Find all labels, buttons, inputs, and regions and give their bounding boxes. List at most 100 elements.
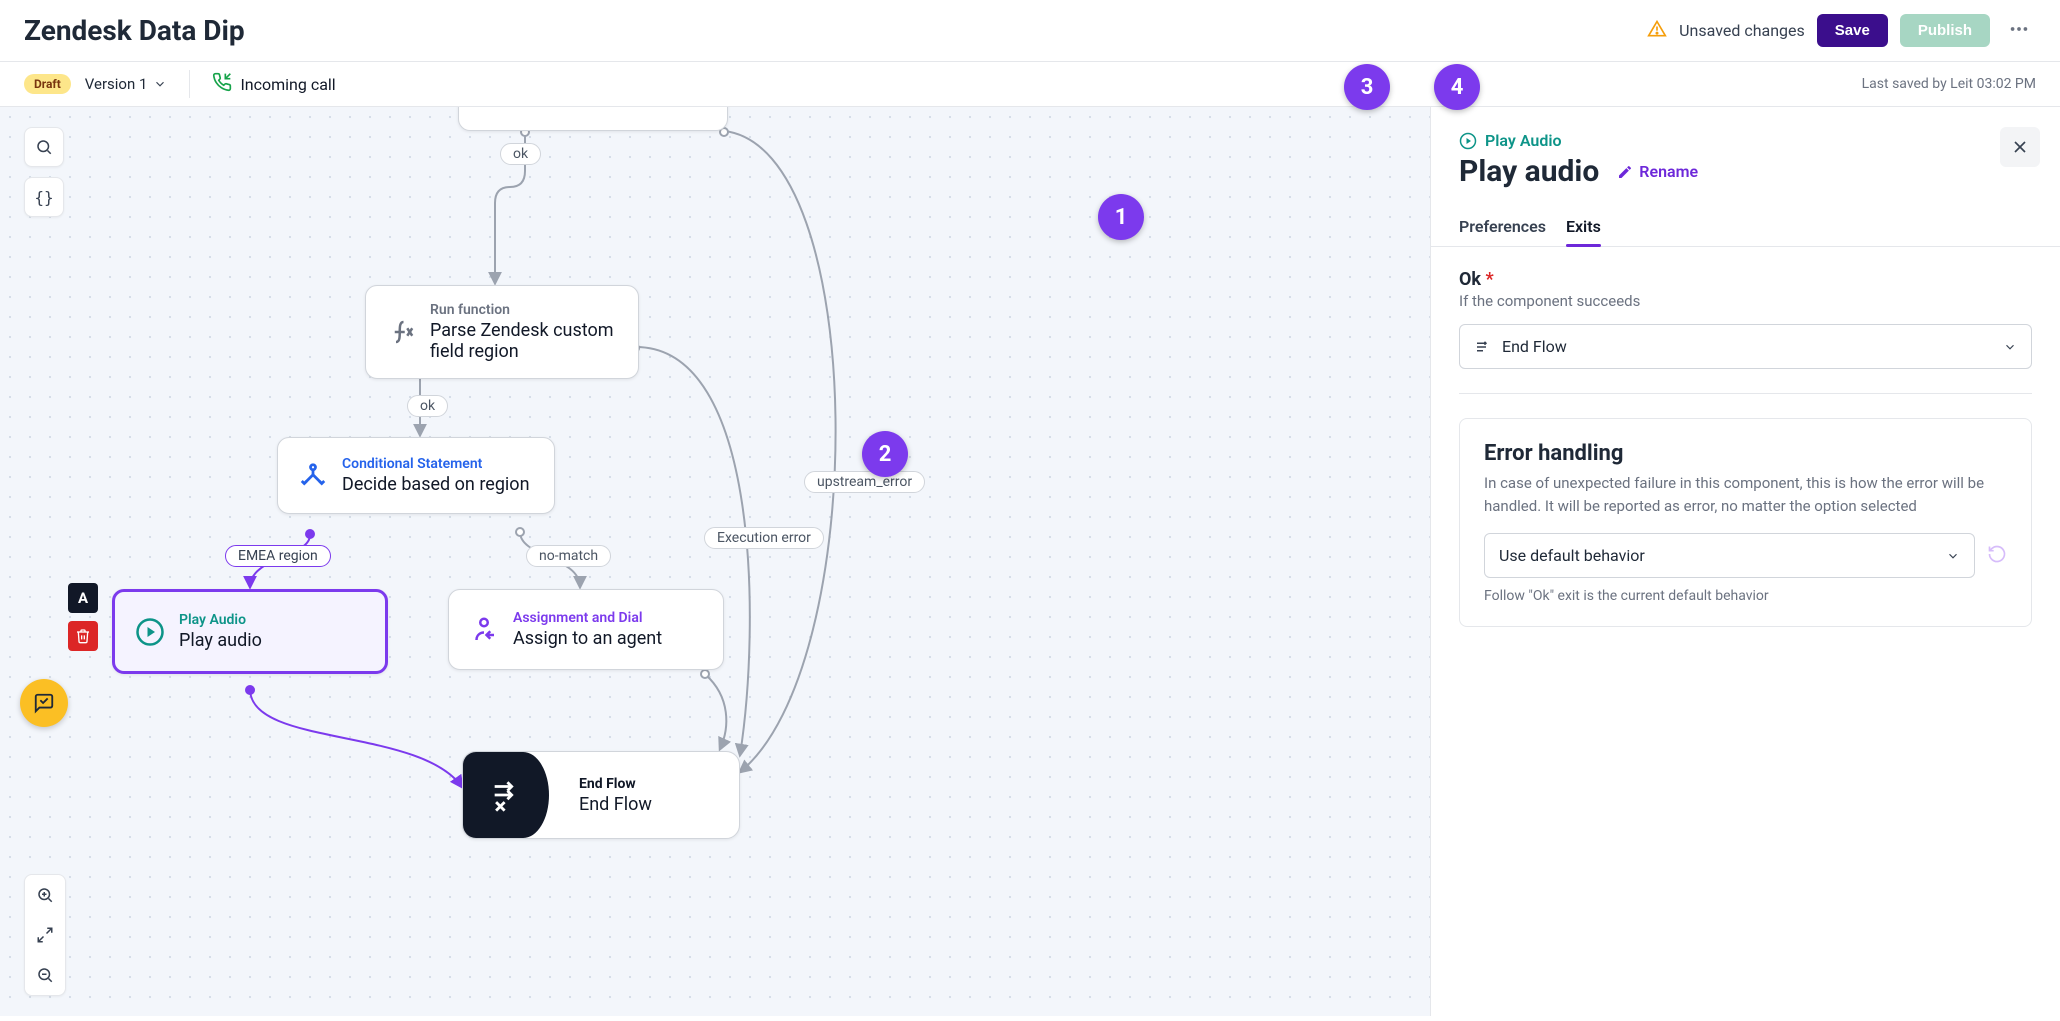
- end-flow-icon: [463, 752, 549, 838]
- canvas-tools-top: {}: [24, 127, 64, 217]
- panel-tabs: Preferences Exits: [1431, 207, 2060, 247]
- ok-field-label: Ok *: [1459, 269, 2032, 290]
- node-type: Assignment and Dial: [513, 610, 662, 626]
- zoom-out-icon: [36, 966, 54, 984]
- connection-dot: [245, 685, 255, 695]
- panel-eyebrow: Play Audio: [1459, 131, 2032, 150]
- flow-node-play-audio[interactable]: Play Audio Play audio: [112, 589, 388, 674]
- close-panel-button[interactable]: [2000, 127, 2040, 167]
- node-type: End Flow: [579, 776, 652, 792]
- delete-node-button[interactable]: [68, 621, 98, 651]
- trash-icon: [75, 628, 91, 644]
- error-behavior-select[interactable]: Use default behavior: [1484, 533, 1975, 578]
- assign-agent-icon: [469, 615, 499, 645]
- flow-node-conditional[interactable]: Conditional Statement Decide based on re…: [277, 437, 555, 514]
- pencil-icon: [1617, 164, 1633, 180]
- draft-badge: Draft: [24, 74, 71, 94]
- chevron-down-icon: [153, 77, 167, 91]
- header-left: Zendesk Data Dip: [24, 14, 245, 47]
- panel-title: Play audio: [1459, 154, 1599, 189]
- main: ok ok EMEA region no-match Execution err…: [0, 107, 2060, 1016]
- end-flow-icon: [1474, 338, 1492, 356]
- warning-icon: [1647, 19, 1667, 43]
- chevron-down-icon: [1946, 549, 1960, 563]
- feedback-fab[interactable]: [20, 679, 68, 727]
- flow-node-assignment[interactable]: Assignment and Dial Assign to an agent: [448, 589, 724, 670]
- phone-incoming-icon: [212, 72, 232, 96]
- unsaved-changes-label: Unsaved changes: [1679, 21, 1805, 40]
- node-type: Play Audio: [179, 612, 262, 628]
- ok-field-help: If the component succeeds: [1459, 292, 2032, 310]
- subheader-left: Draft Version 1 Incoming call: [24, 70, 336, 98]
- error-handling-help: In case of unexpected failure in this co…: [1484, 472, 2007, 517]
- subheader: Draft Version 1 Incoming call Last saved…: [0, 62, 2060, 107]
- header-right: Unsaved changes Save Publish: [1647, 12, 2036, 49]
- zoom-out-button[interactable]: [25, 955, 65, 995]
- node-title: Decide based on region: [342, 474, 530, 495]
- braces-icon: {}: [34, 188, 53, 207]
- panel-body: Ok * If the component succeeds End Flow …: [1431, 247, 2060, 649]
- edge-label-ok: ok: [500, 143, 541, 165]
- divider: [189, 70, 190, 98]
- annotation-bubble-1: 1: [1098, 194, 1144, 240]
- note-icon: [33, 692, 55, 714]
- ok-label-text: Ok: [1459, 269, 1481, 290]
- node-title: End Flow: [579, 794, 652, 815]
- flow-edges: [0, 107, 1430, 1016]
- flow-node-end-flow[interactable]: End Flow End Flow: [462, 751, 740, 839]
- last-saved-label: Last saved by Leit 03:02 PM: [1862, 76, 2036, 92]
- fit-screen-button[interactable]: [25, 915, 65, 955]
- connection-dot: [515, 527, 525, 537]
- node-type: Run function: [430, 302, 618, 318]
- play-audio-icon: [135, 617, 165, 647]
- header: Zendesk Data Dip Unsaved changes Save Pu…: [0, 0, 2060, 62]
- tab-preferences[interactable]: Preferences: [1459, 207, 1546, 246]
- error-handling-box: Error handling In case of unexpected fai…: [1459, 418, 2032, 627]
- edge-label-execution-error: Execution error: [704, 527, 824, 549]
- edge-label-upstream-error: upstream_error: [804, 471, 925, 493]
- more-menu-button[interactable]: [2002, 12, 2036, 49]
- reset-error-button[interactable]: [1987, 544, 2007, 568]
- code-button[interactable]: {}: [24, 177, 64, 217]
- flow-node-run-function[interactable]: Run function Parse Zendesk custom field …: [365, 285, 639, 379]
- close-icon: [2010, 137, 2030, 157]
- text-tool-button[interactable]: A: [68, 583, 98, 613]
- canvas-tools-bottom: [24, 874, 66, 996]
- page-title: Zendesk Data Dip: [24, 14, 245, 47]
- save-button[interactable]: Save: [1817, 14, 1888, 47]
- trigger-incoming-call[interactable]: Incoming call: [212, 72, 335, 96]
- branch-icon: [298, 461, 328, 491]
- tab-exits[interactable]: Exits: [1566, 207, 1601, 246]
- reset-icon: [1987, 544, 2007, 564]
- publish-button[interactable]: Publish: [1900, 14, 1990, 47]
- required-asterisk: *: [1486, 269, 1494, 290]
- flow-node-top[interactable]: [458, 107, 728, 131]
- edge-label-no-match: no-match: [526, 545, 611, 567]
- search-icon: [35, 138, 53, 156]
- edge-label-ok: ok: [407, 395, 448, 417]
- rename-button[interactable]: Rename: [1617, 162, 1698, 181]
- edge-label-emea: EMEA region: [225, 545, 331, 567]
- chevron-down-icon: [2003, 340, 2017, 354]
- zoom-in-button[interactable]: [25, 875, 65, 915]
- side-panel: Play Audio Play audio Rename Preferences…: [1430, 107, 2060, 1016]
- text-icon: A: [78, 589, 88, 607]
- side-panel-header: Play Audio Play audio Rename: [1431, 107, 2060, 189]
- flow-canvas[interactable]: ok ok EMEA region no-match Execution err…: [0, 107, 1430, 1016]
- divider: [1459, 393, 2032, 394]
- node-title: Parse Zendesk custom field region: [430, 320, 618, 362]
- rename-label: Rename: [1639, 162, 1698, 181]
- connection-dot: [305, 529, 315, 539]
- version-selector[interactable]: Version 1: [85, 75, 168, 93]
- annotation-bubble-4: 4: [1434, 64, 1480, 110]
- node-title: Assign to an agent: [513, 628, 662, 649]
- node-type: Conditional Statement: [342, 456, 530, 472]
- error-behavior-value: Use default behavior: [1499, 546, 1645, 565]
- error-handling-title: Error handling: [1484, 441, 2007, 466]
- zoom-in-icon: [36, 886, 54, 904]
- connection-dot: [700, 669, 710, 679]
- search-button[interactable]: [24, 127, 64, 167]
- function-icon: [386, 317, 416, 347]
- ok-exit-value: End Flow: [1502, 337, 1567, 356]
- ok-exit-select[interactable]: End Flow: [1459, 324, 2032, 369]
